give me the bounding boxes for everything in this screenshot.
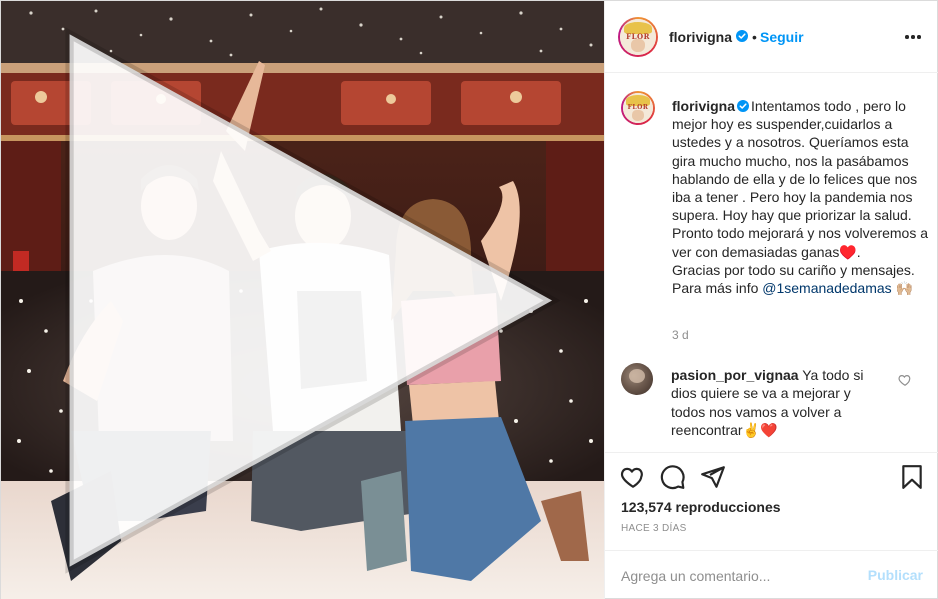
caption-username[interactable]: florivigna (672, 98, 735, 114)
commenter-avatar[interactable] (621, 363, 653, 395)
comment-input[interactable] (621, 563, 861, 589)
author-avatar[interactable]: FLOR (618, 17, 658, 57)
verified-badge-icon (736, 30, 748, 42)
post-video[interactable] (1, 1, 604, 599)
follow-button[interactable]: Seguir (760, 29, 804, 45)
post-actions: 123,574 reproducciones HACE 3 DÍAS (605, 452, 938, 550)
post-header: FLOR florivigna • Seguir (605, 1, 938, 73)
caption-emoji: 🙌🏼 (895, 280, 913, 297)
post-sidebar: FLOR florivigna • Seguir FLOR florivigna… (604, 1, 938, 599)
add-comment-form: Publicar (605, 550, 938, 599)
view-count[interactable]: 123,574 reproducciones (621, 499, 781, 515)
caption-time-ago[interactable]: 3 d (672, 328, 689, 342)
more-options-icon[interactable] (905, 35, 921, 39)
heart-icon[interactable] (620, 464, 646, 490)
verified-badge-icon (737, 100, 750, 112)
comments-section: FLOR florivigna Intentamos todo , pero lo… (605, 74, 938, 452)
paper-plane-icon[interactable] (700, 464, 726, 490)
comment-heart-icon[interactable] (898, 373, 912, 387)
caption-author-avatar[interactable]: FLOR (621, 91, 655, 125)
header-separator: • (752, 29, 757, 45)
comment-icon[interactable] (660, 464, 686, 490)
instagram-post: FLOR florivigna • Seguir FLOR florivigna… (0, 0, 938, 599)
commenter-username[interactable]: pasion_por_vignaa (671, 367, 799, 383)
post-comment-button[interactable]: Publicar (868, 567, 923, 583)
comment-text: pasion_por_vignaa Ya todo si dios quiere… (671, 366, 887, 440)
post-date[interactable]: HACE 3 DÍAS (621, 523, 687, 534)
author-username[interactable]: florivigna (669, 29, 732, 45)
bookmark-icon[interactable] (899, 464, 925, 490)
caption-body: Intentamos todo , pero lo mejor hoy es s… (672, 98, 929, 297)
caption-text: florivigna Intentamos todo , pero lo mejo… (672, 97, 928, 297)
caption-mention[interactable]: @1semanadedamas (762, 280, 891, 296)
play-icon[interactable] (1, 1, 604, 599)
